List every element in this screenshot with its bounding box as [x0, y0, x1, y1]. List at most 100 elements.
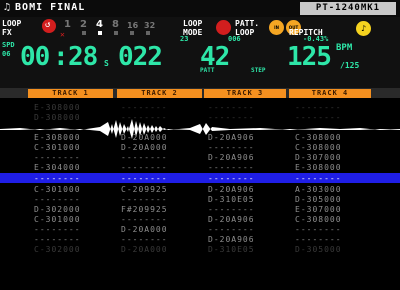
pattern-row[interactable]: E-308000 D-20A000 D-20A906 C-308000: [0, 132, 400, 142]
pattern-cell[interactable]: C-301000: [34, 185, 81, 194]
pattern-cell[interactable]: D-310E05: [208, 245, 255, 254]
position-top: 23: [180, 35, 189, 43]
bpm-value: 125: [287, 42, 332, 72]
pattern-cell[interactable]: E-308000: [34, 133, 81, 142]
pattern-cell[interactable]: A-303000: [295, 185, 342, 194]
pattern-cell[interactable]: --------: [34, 235, 81, 244]
pattern-row[interactable]: D-308000 -------- -------- --------: [0, 112, 400, 122]
pattern-cell[interactable]: --------: [295, 235, 342, 244]
pattern-row[interactable]: -------- D-20A000 -------- --------: [0, 224, 400, 234]
loop-step-4[interactable]: 4: [96, 19, 103, 30]
pattern-cell[interactable]: --------: [121, 163, 168, 172]
pattern-cell[interactable]: C-308000: [295, 133, 342, 142]
pattern-row[interactable]: E-304000 -------- -------- E-308000: [0, 162, 400, 172]
pattern-cell[interactable]: --------: [34, 195, 81, 204]
pattern-top: 006: [228, 35, 241, 43]
bpm-sub: /125: [340, 61, 360, 70]
pattern-row[interactable]: -------- -------- D-20A906 --------: [0, 234, 400, 244]
pattern-cell[interactable]: --------: [208, 103, 255, 112]
pattern-cell[interactable]: D-305000: [295, 195, 342, 204]
tracker-app: ♫ BOMI FINAL PT-1240MK1 LOOP FX ↺ 1 2 4 8…: [0, 0, 400, 290]
pattern-cell[interactable]: --------: [121, 215, 168, 224]
pattern-cell[interactable]: E-308000: [295, 163, 342, 172]
pattern-cell[interactable]: --------: [208, 113, 255, 122]
pattern-cell[interactable]: D-20A000: [121, 143, 168, 152]
pattern-cell[interactable]: --------: [121, 174, 168, 183]
pattern-cell[interactable]: C-308000: [295, 143, 342, 152]
pattern-row[interactable]: D-302000 F#209925 -------- E-307000: [0, 204, 400, 214]
pattern-cell[interactable]: C-301000: [34, 215, 81, 224]
pattern-cell[interactable]: --------: [208, 163, 255, 172]
pattern-cell[interactable]: --------: [295, 103, 342, 112]
pattern-cell[interactable]: --------: [34, 225, 81, 234]
pattern-cell[interactable]: C-302000: [34, 245, 81, 254]
pattern-cell[interactable]: --------: [295, 174, 342, 183]
step-label: STEP: [251, 67, 266, 74]
pattern-cell[interactable]: --------: [208, 174, 255, 183]
loop-step-8[interactable]: 8: [112, 19, 119, 30]
pattern-cell[interactable]: --------: [121, 195, 168, 204]
pattern-cell[interactable]: --------: [121, 113, 168, 122]
pattern-cell[interactable]: E-304000: [34, 163, 81, 172]
pattern-cell[interactable]: D-20A906: [208, 215, 255, 224]
song-title-text: BOMI FINAL: [15, 2, 86, 13]
time-seconds: 28: [68, 42, 98, 72]
loop-in-button[interactable]: IN: [269, 20, 284, 35]
loop-step-2[interactable]: 2: [80, 19, 87, 30]
pattern-cell[interactable]: D-307000: [295, 153, 342, 162]
pattern-cell[interactable]: C-301000: [34, 143, 81, 152]
track-4-header[interactable]: TRACK 4: [289, 89, 371, 98]
pattern-cell[interactable]: D-305000: [295, 245, 342, 254]
bpm-label: BPM: [336, 43, 353, 53]
pattern-cell[interactable]: E-307000: [295, 205, 342, 214]
fx-step-indicator: [82, 31, 86, 35]
loop-toggle-button[interactable]: ↺: [42, 19, 56, 33]
pattern-row[interactable]: C-301000 D-20A000 -------- C-308000: [0, 142, 400, 152]
track-2-header[interactable]: TRACK 2: [117, 89, 202, 98]
pattern-cell[interactable]: D-20A000: [121, 225, 168, 234]
track-1-header[interactable]: TRACK 1: [28, 89, 113, 98]
pattern-cell[interactable]: --------: [121, 153, 168, 162]
pattern-cell[interactable]: --------: [295, 113, 342, 122]
loop-step-1[interactable]: 1: [64, 19, 71, 30]
pattern-cell[interactable]: D-20A906: [208, 153, 255, 162]
loop-step-32[interactable]: 32: [144, 21, 155, 30]
pattern-row[interactable]: C-301000 C-209925 D-20A906 A-303000: [0, 184, 400, 194]
pattern-cell[interactable]: --------: [208, 205, 255, 214]
pattern-cell[interactable]: C-308000: [295, 215, 342, 224]
pattern-cell[interactable]: --------: [208, 225, 255, 234]
pattern-cell[interactable]: D-308000: [34, 113, 81, 122]
pattern-cell[interactable]: --------: [34, 174, 81, 183]
time-minutes: 00: [20, 42, 50, 72]
pattern-cell[interactable]: D-20A000: [121, 133, 168, 142]
pattern-cell[interactable]: --------: [34, 153, 81, 162]
footer-area: [0, 258, 400, 290]
loop-label: LOOP: [2, 19, 22, 28]
track-3-header[interactable]: TRACK 3: [204, 89, 286, 98]
pattern-cell[interactable]: D-20A906: [208, 133, 255, 142]
pattern-cell[interactable]: D-20A906: [208, 185, 255, 194]
loop-mode-button[interactable]: [216, 20, 231, 35]
control-panel: LOOP FX ↺ 1 2 4 8 16 32 ✕ LOOP MODE PATT…: [0, 17, 400, 102]
pattern-row[interactable]: -------- -------- D-310E05 D-305000: [0, 194, 400, 204]
loop-step-16[interactable]: 16: [127, 21, 138, 30]
pattern-cell[interactable]: D-20A906: [208, 235, 255, 244]
current-pattern-row[interactable]: -------- -------- -------- --------: [0, 173, 400, 183]
pattern-cell[interactable]: --------: [121, 235, 168, 244]
pattern-row[interactable]: C-301000 -------- D-20A906 C-308000: [0, 214, 400, 224]
time-colon: :: [53, 42, 69, 72]
pattern-cell[interactable]: --------: [295, 225, 342, 234]
metronome-button[interactable]: ♪: [356, 21, 371, 36]
pattern-row[interactable]: -------- -------- D-20A906 D-307000: [0, 152, 400, 162]
pattern-cell[interactable]: F#209925: [121, 205, 168, 214]
pattern-cell[interactable]: D-302000: [34, 205, 81, 214]
pattern-cell[interactable]: --------: [121, 103, 168, 112]
pattern-row[interactable]: E-308000 -------- -------- --------: [0, 102, 400, 112]
pattern-cell[interactable]: C-209925: [121, 185, 168, 194]
pattern-cell[interactable]: D-20A000: [121, 245, 168, 254]
pattern-editor[interactable]: E-308000 -------- -------- -------- D-30…: [0, 98, 400, 258]
pattern-cell[interactable]: --------: [208, 143, 255, 152]
pattern-cell[interactable]: D-310E05: [208, 195, 255, 204]
pattern-row[interactable]: C-302000 D-20A000 D-310E05 D-305000: [0, 244, 400, 254]
pattern-cell[interactable]: E-308000: [34, 103, 81, 112]
